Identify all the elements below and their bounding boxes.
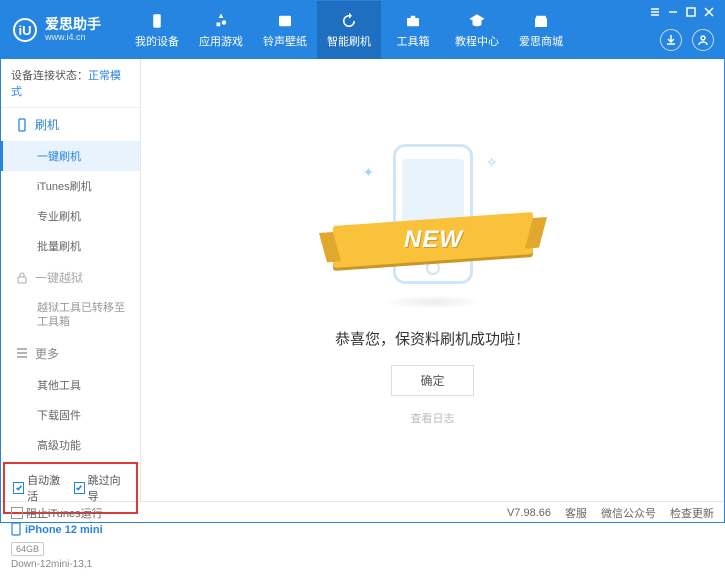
- nav-smart-flash[interactable]: 智能刷机: [317, 1, 381, 59]
- nav-mall[interactable]: 爱思商城: [509, 1, 573, 59]
- app-url: www.i4.cn: [45, 33, 101, 43]
- download-button[interactable]: [660, 29, 682, 51]
- checkbox-auto-activate[interactable]: 自动激活: [13, 472, 68, 504]
- jailbreak-note: 越狱工具已转移至工具箱: [3, 294, 140, 337]
- phone-icon: [11, 522, 21, 539]
- checkbox-skip-guide[interactable]: 跳过向导: [74, 472, 129, 504]
- check-update-link[interactable]: 检查更新: [670, 505, 714, 521]
- logo-icon: iU: [13, 18, 37, 42]
- success-illustration: ✦✧+✦ NEW: [343, 134, 523, 304]
- menu-icon: [15, 346, 29, 360]
- header-actions: [660, 29, 714, 51]
- sidebar-item-itunes-flash[interactable]: iTunes刷机: [3, 171, 140, 201]
- sidebar-section-more[interactable]: 更多: [3, 337, 140, 370]
- customer-service-link[interactable]: 客服: [565, 505, 587, 521]
- maximize-button[interactable]: [684, 5, 698, 19]
- mall-icon: [532, 12, 550, 30]
- user-button[interactable]: [692, 29, 714, 51]
- device-status: 设备连接状态：正常模式: [1, 59, 140, 108]
- sidebar-item-batch-flash[interactable]: 批量刷机: [3, 231, 140, 261]
- sidebar-item-oneclick-flash[interactable]: 一键刷机: [1, 141, 140, 171]
- view-log-link[interactable]: 查看日志: [411, 410, 455, 426]
- logo-area: iU 爱思助手 www.i4.cn: [1, 17, 113, 42]
- nav-toolbox[interactable]: 工具箱: [381, 1, 445, 59]
- phone-icon: [148, 12, 166, 30]
- phone-icon: [15, 118, 29, 132]
- window-controls: [648, 5, 716, 19]
- apps-icon: [212, 12, 230, 30]
- app-title: 爱思助手: [45, 17, 101, 32]
- sidebar: 设备连接状态：正常模式 刷机 一键刷机 iTunes刷机 专业刷机 批量刷机 一…: [1, 59, 141, 501]
- graduation-icon: [468, 12, 486, 30]
- minimize-button[interactable]: [666, 5, 680, 19]
- sidebar-item-pro-flash[interactable]: 专业刷机: [3, 201, 140, 231]
- ok-button[interactable]: 确定: [391, 365, 473, 396]
- sidebar-item-download-firmware[interactable]: 下载固件: [3, 400, 140, 430]
- ribbon-text: NEW: [403, 226, 462, 254]
- app-header: iU 爱思助手 www.i4.cn 我的设备 应用游戏 铃声壁纸 智能刷机 工具…: [1, 1, 724, 59]
- device-sub: Down-12mini-13,1: [11, 559, 130, 570]
- wallpaper-icon: [276, 12, 294, 30]
- menu-icon[interactable]: [648, 5, 662, 19]
- nav-my-device[interactable]: 我的设备: [125, 1, 189, 59]
- version-label: V7.98.66: [507, 507, 551, 519]
- sidebar-item-advanced[interactable]: 高级功能: [3, 430, 140, 460]
- wechat-link[interactable]: 微信公众号: [601, 505, 656, 521]
- success-message: 恭喜您，保资料刷机成功啦！: [335, 328, 530, 349]
- nav-ringtones[interactable]: 铃声壁纸: [253, 1, 317, 59]
- nav-apps-games[interactable]: 应用游戏: [189, 1, 253, 59]
- storage-badge: 64GB: [11, 542, 44, 556]
- sidebar-section-flash[interactable]: 刷机: [3, 108, 140, 141]
- lock-icon: [15, 271, 29, 285]
- refresh-icon: [340, 12, 358, 30]
- sidebar-section-jailbreak[interactable]: 一键越狱: [3, 261, 140, 294]
- toolbox-icon: [404, 12, 422, 30]
- main-nav: 我的设备 应用游戏 铃声壁纸 智能刷机 工具箱 教程中心 爱思商城: [125, 1, 573, 59]
- main-content: ✦✧+✦ NEW 恭喜您，保资料刷机成功啦！ 确定 查看日志: [141, 59, 724, 501]
- sidebar-item-other-tools[interactable]: 其他工具: [3, 370, 140, 400]
- close-button[interactable]: [702, 5, 716, 19]
- device-block[interactable]: iPhone 12 mini 64GB Down-12mini-13,1: [1, 516, 140, 576]
- nav-tutorials[interactable]: 教程中心: [445, 1, 509, 59]
- checkbox-block-itunes[interactable]: 阻止iTunes运行: [11, 505, 103, 521]
